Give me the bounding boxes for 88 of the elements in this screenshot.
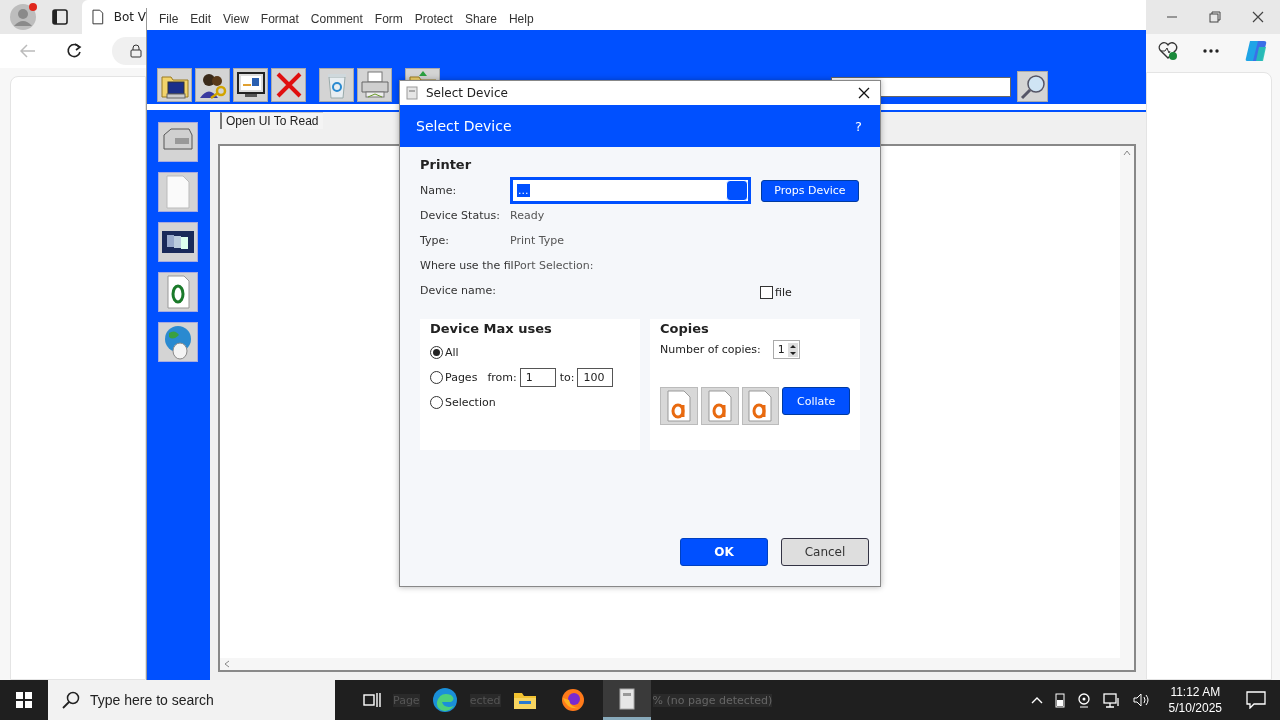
copies-label: Number of copies: — [660, 343, 761, 356]
page-a-icon — [705, 390, 734, 422]
toolbar-button[interactable] — [195, 68, 230, 102]
menu-item[interactable]: Help — [502, 12, 540, 26]
taskbar-app-button[interactable] — [602, 680, 651, 720]
to-field[interactable]: 100 — [577, 368, 614, 387]
clock[interactable]: 11:12 AM 5/10/2025 — [1168, 684, 1222, 716]
heart-pulse-icon[interactable] — [1158, 42, 1179, 60]
menu-item[interactable]: Share — [458, 12, 503, 26]
props-device-button[interactable]: Props Device — [761, 179, 859, 202]
page-a-icon — [664, 390, 693, 422]
chevron-up-icon[interactable] — [1030, 696, 1043, 704]
ok-button[interactable]: OK — [680, 538, 768, 566]
close-icon[interactable] — [1252, 11, 1265, 23]
webcam-icon[interactable] — [1076, 692, 1091, 708]
section-heading: Copies — [660, 321, 710, 336]
address-bar[interactable] — [112, 37, 146, 65]
field-label: Device name: — [420, 284, 498, 297]
section-heading: Device Max uses — [430, 321, 553, 336]
menu-item[interactable]: Form — [368, 12, 409, 26]
close-icon[interactable] — [858, 87, 870, 99]
menu-item[interactable]: Comment — [304, 12, 369, 26]
field-label: Device Status: — [420, 209, 501, 222]
network-icon[interactable] — [1102, 692, 1121, 708]
battery-icon[interactable] — [1054, 692, 1065, 708]
page-icon — [92, 9, 104, 25]
menu-item[interactable]: Edit — [184, 12, 218, 26]
radio-option[interactable]: Pages — [430, 371, 478, 384]
task-view-icon[interactable] — [363, 692, 381, 708]
collate-button[interactable]: Collate — [782, 387, 850, 415]
scroll-up-icon[interactable] — [1123, 150, 1131, 156]
dialog-title: Select Device — [426, 86, 509, 100]
sidebar-button[interactable] — [157, 172, 198, 212]
copies-spinner[interactable]: 1 — [772, 340, 800, 359]
printer-icon — [358, 69, 391, 101]
name-field[interactable]: ... — [510, 177, 751, 204]
from-field[interactable]: 1 — [519, 368, 556, 387]
vertical-scrollbar[interactable] — [1120, 146, 1134, 670]
app-icon — [406, 86, 418, 100]
from-label: from: — [487, 371, 517, 384]
search-button[interactable] — [1017, 71, 1048, 102]
copilot-icon[interactable] — [1243, 39, 1268, 63]
field-value: Print Type — [510, 234, 565, 247]
search-icon — [62, 691, 80, 709]
field-value: Ready — [510, 209, 545, 222]
field-label: Name: — [420, 184, 458, 197]
to-label: to: — [559, 371, 575, 384]
dropdown-button[interactable] — [726, 180, 748, 201]
section-heading: Printer — [420, 157, 473, 172]
field-label: Type: — [420, 234, 450, 247]
firefox-icon[interactable] — [560, 688, 585, 712]
sidebar-button[interactable] — [157, 272, 198, 312]
checkbox-label: file — [775, 286, 792, 299]
profile-icon[interactable] — [8, 2, 38, 32]
search-field[interactable]: Type here to search — [48, 680, 335, 720]
volume-icon[interactable] — [1132, 692, 1151, 708]
page-a-icon — [746, 390, 775, 422]
document-tab[interactable]: Open UI To Read — [220, 112, 323, 129]
menu-item[interactable]: File — [153, 12, 185, 26]
edge-icon[interactable] — [431, 687, 458, 713]
menu-item[interactable]: View — [217, 12, 255, 26]
search-icon — [1018, 72, 1047, 101]
menu-item[interactable]: Protect — [408, 12, 459, 26]
restore-icon[interactable] — [1209, 11, 1221, 23]
checkbox[interactable] — [760, 286, 773, 299]
refresh-icon[interactable] — [66, 43, 82, 59]
menu-item[interactable]: Format — [254, 12, 305, 26]
browser-tab[interactable]: Bot V — [82, 0, 146, 34]
more-icon[interactable] — [1203, 49, 1219, 53]
lock-icon — [130, 44, 142, 58]
radio-option[interactable]: Selection — [430, 396, 496, 409]
help-button[interactable]: ? — [855, 118, 862, 134]
windows-icon — [16, 692, 32, 708]
toolbar-button[interactable] — [233, 68, 268, 102]
toolbar-button[interactable] — [157, 68, 192, 102]
spin-arrows-icon[interactable] — [787, 342, 798, 357]
dialog-heading: Select Device — [416, 118, 512, 134]
sidebar-button[interactable] — [157, 222, 198, 262]
taskbar-text: % (no page detected) — [652, 693, 773, 707]
horizontal-scrollbar[interactable] — [220, 658, 1120, 670]
cancel-button[interactable]: Cancel — [781, 538, 869, 566]
scroll-left-icon[interactable] — [224, 660, 230, 668]
notification-icon[interactable] — [1246, 691, 1266, 709]
document-icon — [618, 687, 635, 710]
field-label: Where use the fil — [420, 259, 514, 272]
radio-option[interactable]: All — [430, 346, 459, 359]
folder-icon[interactable] — [512, 690, 537, 710]
tab-actions-icon[interactable] — [52, 9, 68, 25]
